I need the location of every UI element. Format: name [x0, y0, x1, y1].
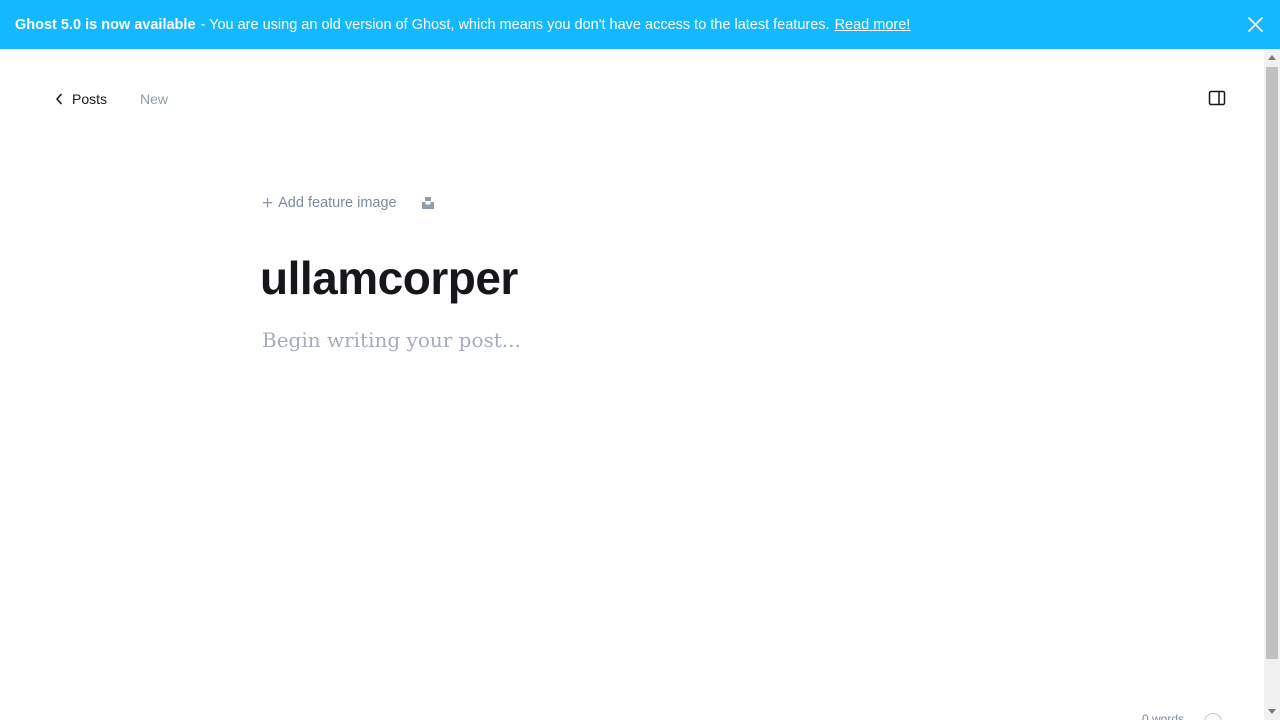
back-label: Posts: [72, 91, 108, 107]
post-title[interactable]: ullamcorper: [260, 250, 518, 306]
unsplash-icon[interactable]: [421, 196, 435, 210]
scrollbar-thumb[interactable]: [1266, 67, 1278, 659]
add-feature-image-button[interactable]: + Add feature image: [262, 194, 397, 213]
scrollbar[interactable]: [1264, 49, 1280, 720]
word-count: 0 words: [1142, 712, 1185, 720]
add-feature-image-label: Add feature image: [278, 195, 397, 211]
breadcrumb: Posts New: [55, 89, 168, 109]
banner-title: Ghost 5.0 is now available: [15, 16, 196, 33]
scroll-down-arrow-icon[interactable]: [1268, 709, 1276, 714]
post-body-editor[interactable]: Begin writing your post...: [262, 326, 521, 354]
banner-read-more-link[interactable]: Read more!: [835, 17, 911, 33]
back-to-posts-link[interactable]: Posts: [55, 91, 107, 107]
post-status: New: [140, 91, 169, 107]
feature-image-row: + Add feature image: [262, 193, 435, 213]
scroll-up-arrow-icon[interactable]: [1268, 55, 1276, 60]
help-icon[interactable]: [1204, 713, 1222, 720]
plus-icon: +: [262, 192, 274, 214]
close-icon[interactable]: [1247, 16, 1264, 33]
update-banner: Ghost 5.0 is now available - You are usi…: [0, 0, 1280, 49]
sidebar-toggle-icon[interactable]: [1208, 89, 1226, 107]
chevron-left-icon: [56, 93, 62, 105]
banner-message: - You are using an old version of Ghost,…: [200, 16, 830, 33]
